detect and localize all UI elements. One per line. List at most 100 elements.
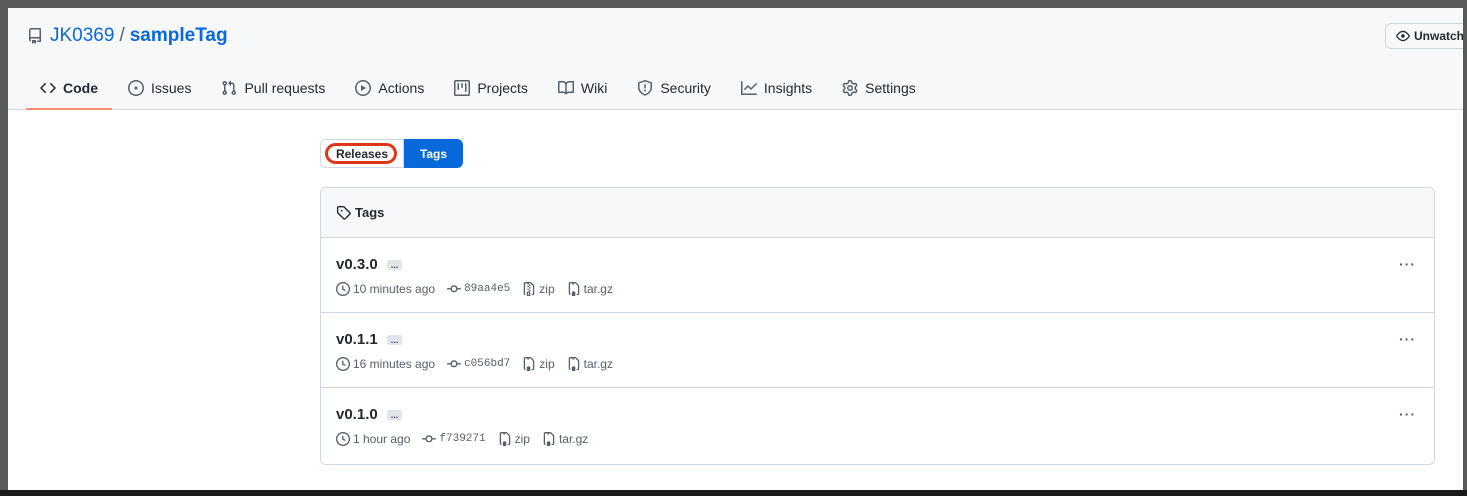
- tab-issues-label: Issues: [151, 80, 192, 96]
- tag-name-link[interactable]: v0.1.1: [336, 331, 378, 348]
- commit-sha: f739271: [439, 433, 486, 445]
- repo-separator: /: [119, 25, 125, 46]
- zip-download-link[interactable]: zip: [522, 282, 555, 296]
- tab-issues[interactable]: Issues: [114, 70, 205, 106]
- repo-name-link[interactable]: sampleTag: [130, 25, 228, 47]
- tab-pull-requests-label: Pull requests: [244, 80, 326, 96]
- tag-meta: 10 minutes ago 89aa4e5 zip tar.gz: [336, 282, 625, 296]
- tag-meta: 16 minutes ago c056bd7 zip tar.gz: [336, 357, 625, 371]
- tag-message-toggle[interactable]: ...: [386, 334, 403, 345]
- clock-icon: [336, 357, 350, 371]
- repo-tabs: Code Issues Pull requests Actions Projec…: [26, 70, 932, 110]
- file-zip-icon: [499, 432, 510, 446]
- clock-icon: [336, 432, 350, 446]
- targz-label: tar.gz: [583, 357, 613, 371]
- tab-code[interactable]: Code: [26, 70, 112, 110]
- tab-projects[interactable]: Projects: [440, 70, 542, 106]
- tag-message-toggle[interactable]: ...: [386, 409, 403, 420]
- tab-wiki[interactable]: Wiki: [544, 70, 621, 106]
- targz-download-link[interactable]: tar.gz: [542, 432, 588, 446]
- file-zip-icon: [524, 357, 535, 371]
- tags-box-header: Tags: [321, 188, 1434, 238]
- zip-label: zip: [514, 432, 530, 446]
- eye-icon: [1396, 30, 1410, 42]
- repo-header: JK0369 / sampleTag Unwatch Code Issues P…: [8, 8, 1463, 110]
- file-zip-icon: [543, 432, 555, 446]
- file-zip-icon: [568, 282, 579, 296]
- commit-icon: [447, 285, 462, 293]
- repo-owner-link[interactable]: JK0369: [50, 25, 114, 47]
- tags-box: Tags v0.3.0 ... 10 minutes ago 89aa4e5 z…: [320, 187, 1435, 465]
- releases-tags-subnav: Releases Tags: [320, 139, 463, 168]
- tag-time: 16 minutes ago: [336, 357, 435, 371]
- highlight-circle: [325, 143, 397, 164]
- tags-box-title: Tags: [355, 205, 385, 220]
- gear-icon: [842, 80, 858, 96]
- commit-sha: c056bd7: [464, 358, 511, 370]
- commit-icon: [422, 435, 437, 443]
- kebab-menu-button[interactable]: ···: [1399, 331, 1416, 347]
- file-zip-icon: [568, 357, 579, 371]
- tags-button[interactable]: Tags: [404, 139, 463, 168]
- tab-security[interactable]: Security: [623, 70, 725, 106]
- play-icon: [355, 80, 372, 96]
- graph-icon: [740, 81, 757, 95]
- unwatch-label: Unwatch: [1414, 29, 1463, 43]
- tab-code-label: Code: [63, 80, 98, 96]
- tab-projects-label: Projects: [477, 80, 528, 96]
- tag-time-label: 10 minutes ago: [353, 282, 436, 296]
- tag-icon: [336, 205, 351, 220]
- tag-name-link[interactable]: v0.1.0: [336, 406, 378, 423]
- unwatch-button[interactable]: Unwatch: [1385, 23, 1463, 49]
- repo-icon: [28, 28, 41, 44]
- kebab-menu-button[interactable]: ···: [1399, 406, 1416, 422]
- commit-sha: 89aa4e5: [464, 283, 511, 295]
- tag-time: 1 hour ago: [336, 432, 410, 446]
- tag-commit[interactable]: f739271: [422, 432, 486, 446]
- shield-icon: [638, 80, 653, 96]
- targz-label: tar.gz: [583, 282, 613, 296]
- tag-name: v0.1.0 ...: [336, 406, 403, 423]
- tab-insights-label: Insights: [763, 80, 813, 96]
- project-icon: [454, 80, 471, 96]
- tag-commit[interactable]: c056bd7: [447, 357, 510, 371]
- tag-name-link[interactable]: v0.3.0: [336, 256, 378, 273]
- kebab-menu-button[interactable]: ···: [1399, 256, 1416, 272]
- tag-time-label: 1 hour ago: [353, 432, 411, 446]
- zip-label: zip: [539, 282, 555, 296]
- desktop-strip: [0, 490, 1467, 496]
- targz-label: tar.gz: [558, 432, 589, 446]
- tag-row: v0.1.0 ... 1 hour ago f739271 zip tar.gz…: [321, 388, 1434, 462]
- issue-icon: [128, 80, 144, 96]
- tag-time-label: 16 minutes ago: [353, 357, 436, 371]
- targz-download-link[interactable]: tar.gz: [567, 357, 613, 371]
- tab-security-label: Security: [660, 80, 711, 96]
- tag-commit[interactable]: 89aa4e5: [447, 282, 510, 296]
- tab-actions[interactable]: Actions: [341, 70, 438, 106]
- browser-window: JK0369 / sampleTag Unwatch Code Issues P…: [8, 8, 1463, 490]
- tag-row: v0.1.1 ... 16 minutes ago c056bd7 zip ta…: [321, 313, 1434, 388]
- tab-wiki-label: Wiki: [580, 80, 608, 96]
- book-icon: [557, 80, 574, 95]
- code-icon: [40, 82, 56, 94]
- tab-actions-label: Actions: [378, 80, 425, 96]
- tag-message-toggle[interactable]: ...: [386, 259, 403, 270]
- tab-pull-requests[interactable]: Pull requests: [207, 70, 339, 106]
- tags-label: Tags: [419, 146, 448, 161]
- tag-name: v0.3.0 ...: [336, 256, 403, 273]
- commit-icon: [447, 360, 462, 368]
- tab-insights[interactable]: Insights: [727, 70, 826, 106]
- tag-row: v0.3.0 ... 10 minutes ago 89aa4e5 zip ta…: [321, 238, 1434, 313]
- targz-download-link[interactable]: tar.gz: [567, 282, 613, 296]
- zip-download-link[interactable]: zip: [522, 357, 555, 371]
- releases-button[interactable]: Releases: [320, 139, 404, 168]
- pull-request-icon: [222, 80, 237, 96]
- tab-settings[interactable]: Settings: [828, 70, 930, 106]
- tag-name: v0.1.1 ...: [336, 331, 403, 348]
- tab-settings-label: Settings: [865, 80, 916, 96]
- repo-title: JK0369 / sampleTag: [27, 24, 228, 48]
- zip-label: zip: [539, 357, 555, 371]
- tag-meta: 1 hour ago f739271 zip tar.gz: [336, 432, 600, 446]
- zip-download-link[interactable]: zip: [498, 432, 530, 446]
- clock-icon: [336, 282, 350, 296]
